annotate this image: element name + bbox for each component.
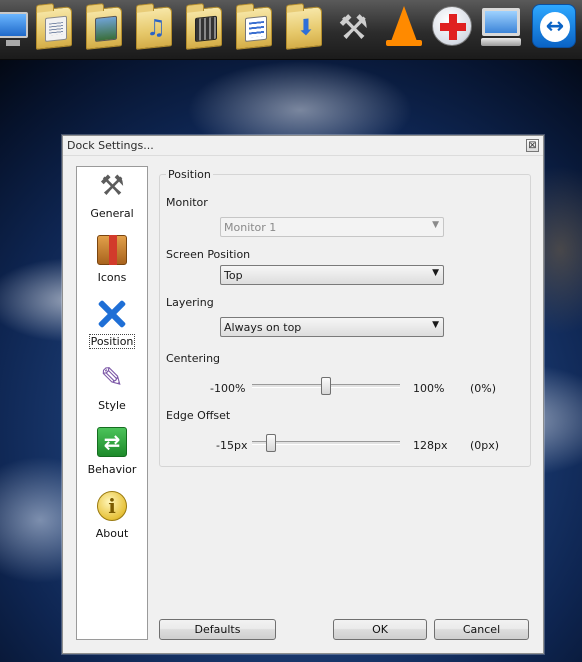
tools-icon: ⚒ [99, 169, 125, 202]
screen-position-select[interactable]: Top ▼ [220, 265, 444, 285]
tools-icon: ⚒ [338, 8, 369, 48]
settings-nav: ⚒ General Icons Position ✎ Style ⇄ Behav… [76, 166, 148, 640]
edge-offset-value: (0px) [470, 439, 500, 452]
nav-label-about: About [95, 527, 129, 540]
nav-label-icons: Icons [97, 271, 127, 284]
downloads-folder-icon: ⬇ [286, 6, 322, 50]
dock-settings-dialog: Dock Settings... ⊠ ⚒ General Icons Posit… [62, 135, 544, 654]
nav-item-position[interactable]: Position [77, 297, 147, 355]
computer-icon [481, 8, 521, 46]
dock-pictures[interactable] [82, 2, 128, 50]
chevron-down-icon: ▼ [432, 320, 439, 330]
layering-select[interactable]: Always on top ▼ [220, 317, 444, 337]
monitor-label: Monitor [166, 196, 208, 209]
chevron-down-icon: ▼ [432, 220, 439, 230]
centering-min: -100% [210, 382, 246, 395]
teamviewer-icon [532, 4, 576, 48]
cancel-button[interactable]: Cancel [434, 619, 529, 640]
defaults-button[interactable]: Defaults [159, 619, 276, 640]
music-folder-icon: ♫ [136, 6, 172, 50]
brush-icon: ✎ [100, 361, 124, 394]
dock-documents[interactable] [32, 2, 78, 50]
screen-position-label: Screen Position [166, 248, 251, 261]
dock-videos[interactable] [182, 2, 228, 50]
dock-tools[interactable]: ⚒ [330, 2, 376, 50]
ok-button[interactable]: OK [333, 619, 427, 640]
centering-label: Centering [166, 352, 221, 365]
dock-music[interactable]: ♫ [132, 2, 178, 50]
nav-item-style[interactable]: ✎ Style [77, 361, 147, 419]
nav-item-about[interactable]: i About [77, 489, 147, 547]
dock-bar: ♫ ⬇ ⚒ [0, 0, 582, 60]
edge-offset-max: 128px [413, 439, 448, 452]
chevron-down-icon: ▼ [432, 268, 439, 278]
dock-downloads[interactable]: ⬇ [282, 2, 328, 50]
dock-notes[interactable] [232, 2, 278, 50]
nav-item-behavior[interactable]: ⇄ Behavior [77, 425, 147, 483]
screen-position-value: Top [224, 269, 243, 282]
dock-teamviewer[interactable] [530, 2, 576, 50]
dock-medical[interactable] [428, 2, 474, 50]
close-icon: ⊠ [528, 140, 537, 151]
monitor-value: Monitor 1 [224, 221, 277, 234]
position-arrows-icon [97, 299, 127, 329]
pictures-folder-icon [86, 6, 122, 50]
centering-value: (0%) [470, 382, 497, 395]
position-group: Position Monitor Monitor 1 ▼ Screen Posi… [159, 168, 531, 467]
edge-offset-label: Edge Offset [166, 409, 231, 422]
monitor-icon [0, 12, 28, 46]
dialog-titlebar[interactable]: Dock Settings... ⊠ [63, 136, 543, 156]
nav-label-style: Style [98, 399, 126, 412]
centering-slider-thumb[interactable] [321, 377, 331, 395]
package-icon [97, 235, 127, 265]
videos-folder-icon [186, 6, 222, 50]
edge-offset-slider-thumb[interactable] [266, 434, 277, 452]
edge-offset-min: -15px [216, 439, 248, 452]
dialog-title: Dock Settings... [67, 139, 154, 152]
info-icon: i [97, 491, 127, 521]
layering-value: Always on top [224, 321, 302, 334]
traffic-cone-icon [386, 6, 422, 46]
behavior-arrows-icon: ⇄ [97, 427, 127, 457]
group-title: Position [166, 168, 213, 181]
nav-label-general: General [90, 207, 134, 220]
documents-folder-icon [36, 6, 72, 50]
monitor-select[interactable]: Monitor 1 ▼ [220, 217, 444, 237]
centering-max: 100% [413, 382, 445, 395]
dock-vlc[interactable] [380, 2, 426, 50]
close-button[interactable]: ⊠ [526, 139, 539, 152]
nav-item-general[interactable]: ⚒ General [77, 169, 147, 227]
dock-computer[interactable] [478, 2, 524, 50]
nav-item-icons[interactable]: Icons [77, 233, 147, 291]
notes-folder-icon [236, 6, 272, 50]
nav-label-behavior: Behavior [87, 463, 137, 476]
nav-label-position: Position [88, 334, 136, 349]
layering-label: Layering [166, 296, 214, 309]
red-cross-icon [432, 6, 472, 46]
